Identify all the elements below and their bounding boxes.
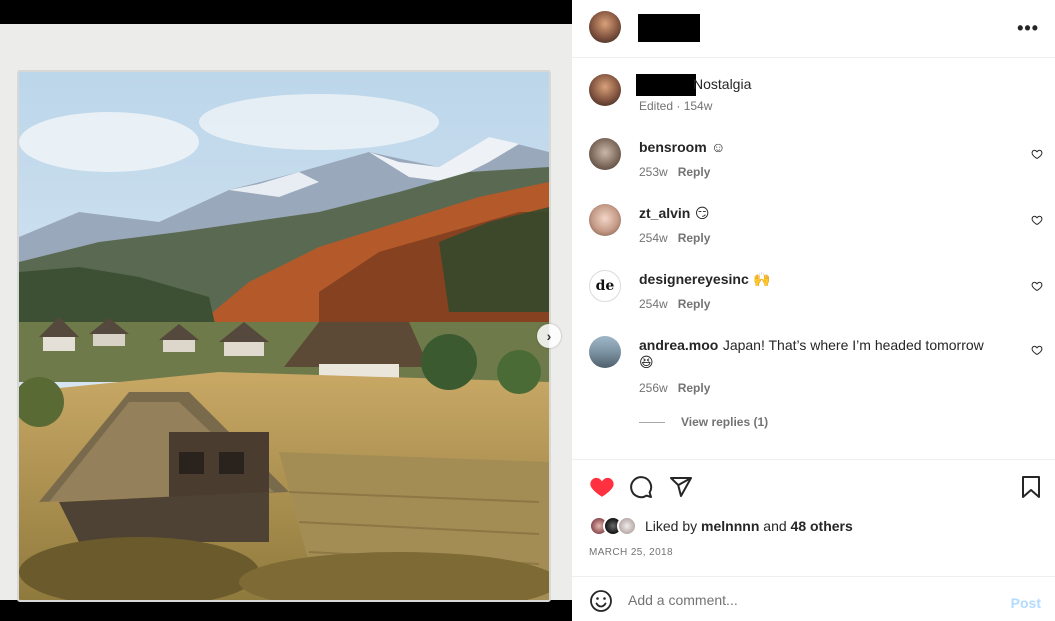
likes-middle: and [759,518,791,534]
comment-bubble-icon[interactable] [629,475,653,499]
comment-text: 🙌 [753,271,771,287]
like-comment-heart-icon[interactable] [1031,148,1043,160]
divider-line [639,421,665,423]
comment-meta: 256w Reply [639,381,710,395]
add-comment-input[interactable] [628,589,988,611]
paper-plane-icon[interactable] [669,475,693,499]
commenter-avatar[interactable]: de [589,270,621,302]
comment-username[interactable]: andrea.moo [639,337,718,353]
post-actions: Liked by melnnnn and 48 others MARCH 25,… [572,459,1055,575]
liker-avatar[interactable] [617,516,637,536]
like-comment-heart-icon[interactable] [1031,214,1043,226]
like-comment-heart-icon[interactable] [1031,344,1043,356]
media-viewer: › [0,0,572,621]
reply-button[interactable]: Reply [678,381,711,395]
chevron-right-icon: › [546,328,552,344]
comment-username[interactable]: bensroom [639,139,707,155]
comment-text: ☺ [711,139,726,155]
comment-text: 😏 [694,205,710,221]
post-comment-button[interactable]: Post [1011,595,1041,611]
brand-logo-icon: de [595,278,615,294]
likes-others-link[interactable]: 48 others [791,518,853,534]
post-details-panel: ••• Nostalgia Edited · 154w bensroom ☺ 2… [572,0,1055,621]
comment-time: 256w [639,381,668,395]
landscape-illustration [19,72,549,600]
caption-meta: Edited · 154w [639,99,713,113]
reply-button[interactable]: Reply [678,165,711,179]
view-replies-button[interactable]: View replies (1) [639,415,768,429]
more-horizontal-icon: ••• [1017,18,1039,38]
caption-text: Nostalgia [693,76,752,92]
comment-meta: 254w Reply [639,297,710,311]
redacted-username [638,14,700,42]
liker-avatars [589,516,637,536]
like-comment-heart-icon[interactable] [1031,280,1043,292]
author-avatar[interactable] [589,11,621,43]
post-header: ••• [572,0,1055,58]
view-replies-label: View replies (1) [681,415,769,429]
comment-meta: 253w Reply [639,165,710,179]
comment-time: 253w [639,165,668,179]
more-options-button[interactable]: ••• [1017,18,1039,39]
comment-time: 254w [639,231,668,245]
commenter-avatar[interactable] [589,336,621,368]
comments-list: Nostalgia Edited · 154w bensroom ☺ 253w R… [572,59,1055,458]
commenter-avatar[interactable] [589,138,621,170]
instagram-post-view: › ••• Nostalgia Edited · 154w bensroom ☺… [0,0,1055,621]
commenter-avatar[interactable] [589,204,621,236]
liker-username[interactable]: melnnnn [701,518,759,534]
comment-meta: 254w Reply [639,231,710,245]
heart-filled-icon[interactable] [589,474,615,498]
comment-text-emoji: 😆 [639,354,654,370]
likes-prefix: Liked by [645,518,702,534]
reply-button[interactable]: Reply [678,231,711,245]
comment-text: Japan! That’s where I’m headed tomorrow [722,337,984,353]
redacted-username [636,74,696,96]
reply-button[interactable]: Reply [678,297,711,311]
post-photo[interactable] [17,70,551,602]
comment-time: 254w [639,297,668,311]
comment-username[interactable]: zt_alvin [639,205,690,221]
post-date: MARCH 25, 2018 [589,547,673,558]
author-avatar[interactable] [589,74,621,106]
comment-username[interactable]: designereyesinc [639,271,749,287]
bookmark-icon[interactable] [1021,475,1041,499]
smiley-icon[interactable] [589,589,613,613]
media-frame: › [0,24,572,602]
comment-composer: Post [572,576,1055,621]
likes-summary: Liked by melnnnn and 48 others [589,515,853,537]
next-image-button[interactable]: › [537,324,561,348]
